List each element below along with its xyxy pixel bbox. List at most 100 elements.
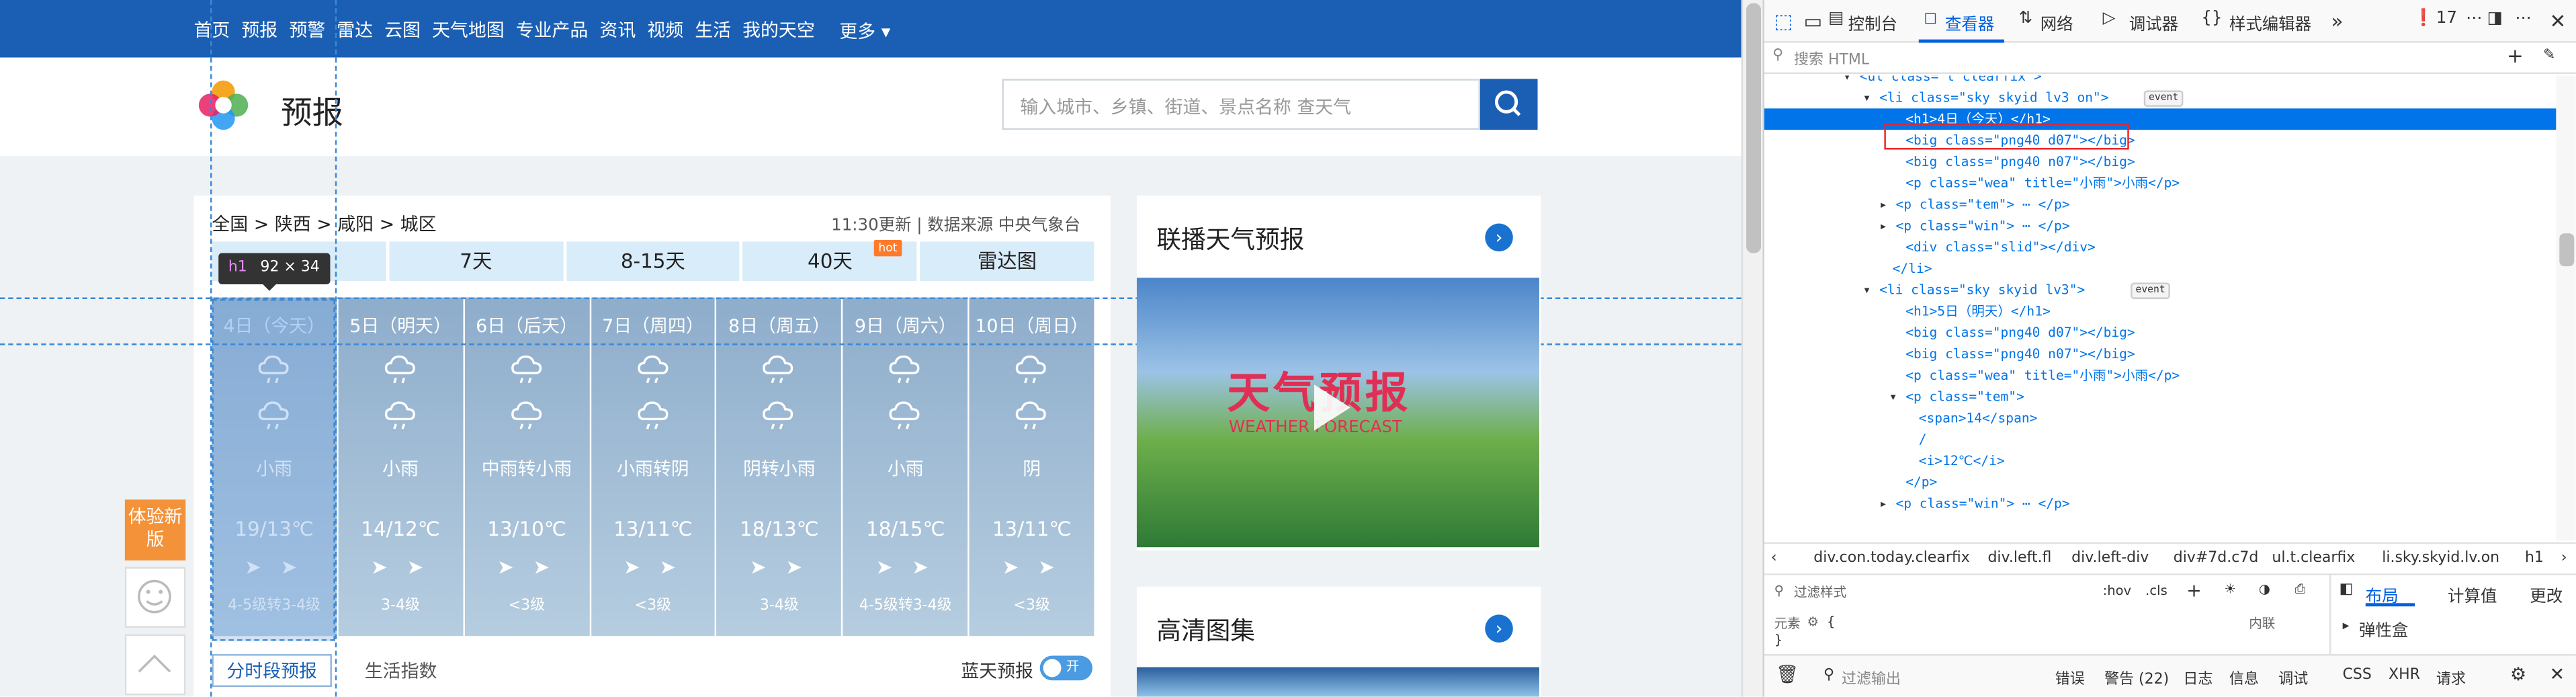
add-node-icon[interactable]: +: [2507, 44, 2524, 67]
scrollbar-thumb[interactable]: [1746, 3, 1762, 253]
light-theme-icon[interactable]: ☀: [2225, 582, 2237, 597]
expand-icon[interactable]: ▸: [2343, 618, 2350, 632]
play-icon[interactable]: [1314, 384, 1350, 431]
dark-theme-icon[interactable]: ◑: [2259, 582, 2270, 597]
flexbox-label[interactable]: 弹性盒: [2359, 616, 2408, 641]
style-editor-icon[interactable]: {}: [2201, 10, 2222, 28]
element-picker-icon[interactable]: ⬚: [1774, 10, 1793, 33]
trash-icon[interactable]: 🗑: [1776, 664, 1799, 686]
tab-computed[interactable]: 计算值: [2448, 582, 2497, 606]
nav-video[interactable]: 视频: [647, 15, 683, 42]
logo-icon[interactable]: [194, 75, 253, 134]
tab-40day[interactable]: 40天 hot: [743, 239, 917, 282]
menu-icon[interactable]: ⋯: [2466, 10, 2482, 28]
console-warnings-button[interactable]: 警告 (22): [2104, 667, 2169, 688]
breadcrumb[interactable]: 全国 > 陕西 > 咸阳 > 城区: [212, 210, 436, 237]
add-rule-icon[interactable]: +: [2186, 580, 2202, 602]
tab-7day[interactable]: 7天: [388, 241, 563, 282]
nav-more[interactable]: 更多 ▾: [839, 18, 890, 44]
expand-arrow-icon[interactable]: ▾: [1863, 87, 1871, 109]
tree-scrollbar-thumb[interactable]: [2559, 233, 2575, 267]
print-icon[interactable]: ⎙: [2295, 582, 2306, 598]
gear-icon[interactable]: ⚙: [1807, 614, 1819, 629]
breadcrumb-node[interactable]: div.left.fl: [1987, 550, 2051, 567]
cls-button[interactable]: .cls: [2145, 583, 2167, 598]
nav-mysky[interactable]: 我的天空: [742, 15, 815, 42]
dock-icon[interactable]: ◨: [2487, 10, 2503, 28]
breadcrumb-node[interactable]: div.left-div: [2071, 550, 2149, 567]
expand-arrow-icon[interactable]: ▾: [1843, 75, 1851, 87]
day-forecast[interactable]: 7日（周四） 小雨转阴 13/11℃ ➤ ➤ <3级: [591, 297, 716, 637]
inspector-icon[interactable]: ◻: [1924, 10, 1937, 28]
console-filter-input[interactable]: 过滤输出: [1842, 667, 1901, 688]
console-debug-button[interactable]: 调试: [2278, 667, 2308, 688]
expand-arrow-icon[interactable]: ▾: [1863, 280, 1871, 301]
tab-hourly[interactable]: 分时段预报: [212, 654, 332, 688]
event-badge[interactable]: event: [2131, 282, 2170, 299]
page-scrollbar[interactable]: [1741, 0, 1763, 697]
filter-styles-input[interactable]: 过滤样式: [1794, 583, 1846, 602]
console-errors-button[interactable]: 错误: [2055, 667, 2085, 688]
console-icon[interactable]: ▤: [1828, 10, 1844, 28]
network-icon[interactable]: ⇅: [2019, 10, 2033, 28]
console-logs-button[interactable]: 日志: [2183, 667, 2213, 688]
nav-news[interactable]: 资讯: [599, 15, 636, 42]
breadcrumb-node[interactable]: li.sky.skyid.lv.on: [2382, 550, 2499, 567]
nav-products[interactable]: 专业产品: [516, 15, 589, 42]
error-icon[interactable]: ❗: [2413, 10, 2434, 28]
day-forecast[interactable]: 5日（明天） 小雨 14/12℃ ➤ ➤ 3-4级: [338, 297, 463, 637]
tab-console[interactable]: 控制台: [1848, 10, 1897, 34]
nav-map[interactable]: 天气地图: [432, 15, 505, 42]
gallery-image[interactable]: [1136, 667, 1539, 697]
console-css-button[interactable]: CSS: [2343, 667, 2372, 684]
breadcrumb-forward-icon[interactable]: ›: [2561, 550, 2567, 567]
breadcrumb-node[interactable]: h1: [2525, 550, 2544, 567]
nav-warning[interactable]: 预警: [289, 15, 325, 42]
sidebar-toggle-icon[interactable]: ◧: [2339, 582, 2354, 598]
expand-arrow-icon[interactable]: ▾: [1889, 386, 1897, 408]
tree-scrollbar[interactable]: [2556, 75, 2576, 541]
breadcrumb-node[interactable]: div.con.today.clearfix: [1813, 550, 1970, 567]
breadcrumb-node[interactable]: ul.t.clearfix: [2272, 550, 2355, 567]
blue-sky-toggle[interactable]: 开: [1039, 655, 1092, 681]
breadcrumb-back-icon[interactable]: ‹: [1771, 550, 1777, 567]
console-requests-button[interactable]: 请求: [2436, 667, 2466, 688]
day-forecast[interactable]: 6日（后天） 中雨转小雨 13/10℃ ➤ ➤ <3级: [464, 297, 589, 637]
search-input[interactable]: 输入城市、乡镇、街道、景点名称 查天气: [1002, 79, 1480, 130]
tab-8-15day[interactable]: 8-15天: [566, 241, 740, 282]
search-button[interactable]: [1479, 79, 1538, 130]
tab-radar[interactable]: 雷达图: [920, 241, 1094, 282]
error-count[interactable]: 17: [2436, 10, 2457, 28]
hov-button[interactable]: :hov: [2103, 583, 2132, 598]
event-badge[interactable]: event: [2143, 90, 2184, 107]
broadcast-title[interactable]: 联播天气预报: [1156, 222, 1304, 256]
nav-life[interactable]: 生活: [695, 15, 731, 42]
chevron-right-icon[interactable]: ›: [1485, 223, 1513, 252]
expand-arrow-icon[interactable]: ▸: [1879, 215, 1887, 237]
nav-forecast[interactable]: 预报: [241, 15, 277, 42]
tab-life-index[interactable]: 生活指数: [365, 657, 437, 684]
console-info-button[interactable]: 信息: [2229, 667, 2259, 688]
more-tabs-icon[interactable]: »: [2331, 10, 2343, 33]
breadcrumb-node[interactable]: div#7d.c7d: [2174, 550, 2259, 567]
html-node-line[interactable]: <h1>4日（今天）</h1>: [1764, 108, 2557, 130]
html-tree[interactable]: <ul class="t clearfix"> ▾ <li class="sky s…: [1764, 75, 2557, 540]
video-thumbnail[interactable]: 天气预报 WEATHER FORECAST: [1136, 278, 1539, 548]
day-forecast[interactable]: 10日（周日） 阴 13/11℃ ➤ ➤ <3级: [969, 297, 1094, 637]
debugger-icon[interactable]: ▷: [2103, 10, 2116, 28]
gear-icon[interactable]: ⚙: [2510, 664, 2526, 686]
tab-network[interactable]: 网络: [2041, 10, 2073, 34]
html-search-bar[interactable]: ⚲ 搜索 HTML + ✎: [1764, 43, 2576, 75]
feedback-button[interactable]: [124, 567, 186, 628]
tab-style-editor[interactable]: 样式编辑器: [2229, 10, 2311, 34]
nav-cloud[interactable]: 云图: [384, 15, 421, 42]
more-options-icon[interactable]: ⋯: [2515, 10, 2531, 28]
day-forecast[interactable]: 9日（周六） 小雨 18/15℃ ➤ ➤ 4-5级转3-4级: [843, 297, 968, 637]
tab-changes[interactable]: 更改: [2530, 582, 2563, 606]
back-to-top-button[interactable]: [124, 634, 186, 696]
responsive-icon[interactable]: ▭: [1804, 10, 1823, 33]
gallery-title[interactable]: 高清图集: [1156, 613, 1255, 647]
nav-radar[interactable]: 雷达: [337, 15, 373, 42]
chevron-right-icon[interactable]: ›: [1485, 614, 1513, 643]
eyedropper-icon[interactable]: ✎: [2543, 48, 2555, 64]
